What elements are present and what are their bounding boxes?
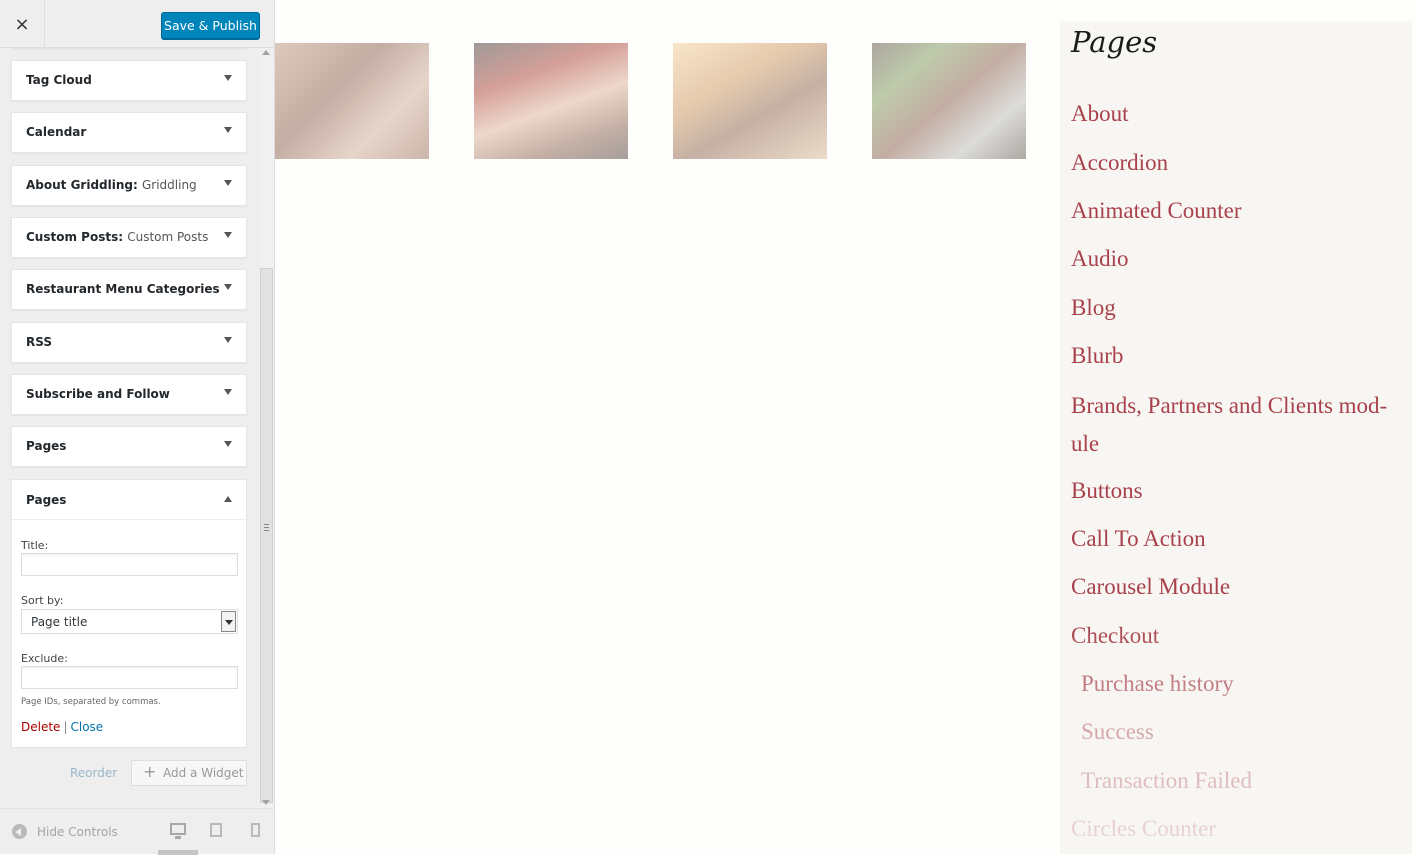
add-widget-label: Add a Widget <box>163 766 244 780</box>
widget-list[interactable]: Tag Cloud Calendar About Griddling: Grid… <box>0 48 259 808</box>
widget-edge <box>11 48 247 50</box>
page-link[interactable]: Brands, Partners and Clients mod-ule <box>1071 387 1406 463</box>
widget-title: Tag Cloud <box>26 73 92 87</box>
page-link[interactable]: Checkout <box>1071 623 1159 649</box>
expand-arrow-icon[interactable] <box>224 180 232 186</box>
widget-title: Subscribe and Follow <box>26 387 170 401</box>
close-icon[interactable]: × <box>0 0 45 48</box>
close-link[interactable]: Close <box>70 720 103 734</box>
widget-about-griddling[interactable]: About Griddling: Griddling <box>11 165 247 206</box>
sidebar-header: × Save & Publish <box>0 0 274 48</box>
hide-controls-button[interactable]: Hide Controls <box>12 824 118 839</box>
widget-title: Pages <box>26 439 67 453</box>
expand-arrow-icon[interactable] <box>224 389 232 395</box>
widget-subscribe-follow[interactable]: Subscribe and Follow <box>11 374 247 415</box>
expand-arrow-icon[interactable] <box>224 232 232 238</box>
separator: | <box>63 720 68 734</box>
tablet-icon[interactable] <box>210 823 222 837</box>
delete-link[interactable]: Delete <box>21 720 60 734</box>
save-publish-button[interactable]: Save & Publish <box>161 12 260 39</box>
page-link-child[interactable]: Transaction Failed <box>1081 768 1252 794</box>
page-link[interactable]: Blog <box>1071 295 1116 321</box>
title-label: Title: <box>21 539 49 552</box>
collapse-arrow-icon[interactable] <box>224 496 232 502</box>
plus-icon: + <box>143 762 157 781</box>
widget-actions: Delete | Close <box>21 720 103 734</box>
widget-custom-posts[interactable]: Custom Posts: Custom Posts <box>11 217 247 258</box>
page-link[interactable]: Animated Counter <box>1071 198 1242 224</box>
scrollbar-thumb[interactable] <box>260 268 273 803</box>
expand-arrow-icon[interactable] <box>224 441 232 447</box>
page-link[interactable]: Accordion <box>1071 150 1168 176</box>
widget-restaurant-menu-categories[interactable]: Restaurant Menu Categories <box>11 269 247 310</box>
expand-arrow-icon[interactable] <box>224 284 232 290</box>
widget-rss[interactable]: RSS <box>11 322 247 363</box>
scroll-up-arrow-icon[interactable] <box>262 50 270 55</box>
customizer-sidebar: × Save & Publish Tag Cloud Calendar Abou… <box>0 0 275 855</box>
grip-icon <box>264 524 269 531</box>
active-device-indicator <box>158 850 198 855</box>
page-link[interactable]: Blurb <box>1071 343 1123 369</box>
exclude-label: Exclude: <box>21 652 68 665</box>
sort-by-value: Page title <box>31 615 88 629</box>
pages-title: Pages <box>1071 25 1158 59</box>
sidebar-footer: Hide Controls <box>0 808 274 855</box>
page-link[interactable]: Audio <box>1071 246 1129 272</box>
desktop-icon[interactable] <box>170 823 186 839</box>
widget-subtitle: Griddling <box>141 178 197 192</box>
widget-title: Restaurant Menu Categories <box>26 282 220 296</box>
add-widget-button[interactable]: + Add a Widget <box>131 760 247 786</box>
widget-title: Pages <box>26 493 67 507</box>
reorder-link[interactable]: Reorder <box>70 766 117 780</box>
page-link-child[interactable]: Success <box>1081 719 1154 745</box>
title-input[interactable] <box>21 553 238 576</box>
expand-arrow-icon[interactable] <box>224 127 232 133</box>
widget-title: RSS <box>26 335 52 349</box>
widget-title: Custom Posts: Custom Posts <box>26 230 209 244</box>
widget-tag-cloud[interactable]: Tag Cloud <box>11 60 247 101</box>
widget-header[interactable]: Pages <box>12 480 246 520</box>
pages-widget-preview: Pages About Accordion Animated Counter A… <box>1060 21 1412 854</box>
page-link[interactable]: Circles Counter <box>1071 816 1216 842</box>
expand-arrow-icon[interactable] <box>224 337 232 343</box>
gallery-image-steak-with-herbs[interactable] <box>872 43 1026 159</box>
page-link[interactable]: Call To Action <box>1071 526 1206 552</box>
page-link[interactable]: Carousel Module <box>1071 574 1230 600</box>
dropdown-arrow-icon[interactable] <box>221 611 236 632</box>
sort-by-select[interactable]: Page title <box>21 609 238 634</box>
widget-calendar[interactable]: Calendar <box>11 112 247 153</box>
exclude-input[interactable] <box>21 666 238 689</box>
expand-arrow-icon[interactable] <box>224 75 232 81</box>
sort-by-label: Sort by: <box>21 594 64 607</box>
page-link[interactable]: About <box>1071 101 1129 127</box>
gallery-image-grilled-ribs[interactable] <box>275 43 429 159</box>
sidebar-scrollbar[interactable] <box>259 48 274 808</box>
widget-title: About Griddling: Griddling <box>26 178 197 192</box>
hide-controls-label: Hide Controls <box>37 824 118 839</box>
widget-pages-expanded: Pages Title: Sort by: Page title Exclude… <box>11 479 247 748</box>
gallery-image-grilled-steak-lemon[interactable] <box>673 43 827 159</box>
gallery-image-steak-with-chili[interactable] <box>474 43 628 159</box>
widget-subtitle: Custom Posts <box>127 230 209 244</box>
widget-pages[interactable]: Pages <box>11 426 247 467</box>
exclude-help-text: Page IDs, separated by commas. <box>21 697 161 707</box>
page-link-child[interactable]: Purchase history <box>1081 671 1234 697</box>
scroll-down-arrow-icon[interactable] <box>262 800 270 805</box>
collapse-icon <box>12 824 27 839</box>
page-link[interactable]: Buttons <box>1071 478 1143 504</box>
widget-title: Calendar <box>26 125 87 139</box>
mobile-icon[interactable] <box>251 823 260 837</box>
